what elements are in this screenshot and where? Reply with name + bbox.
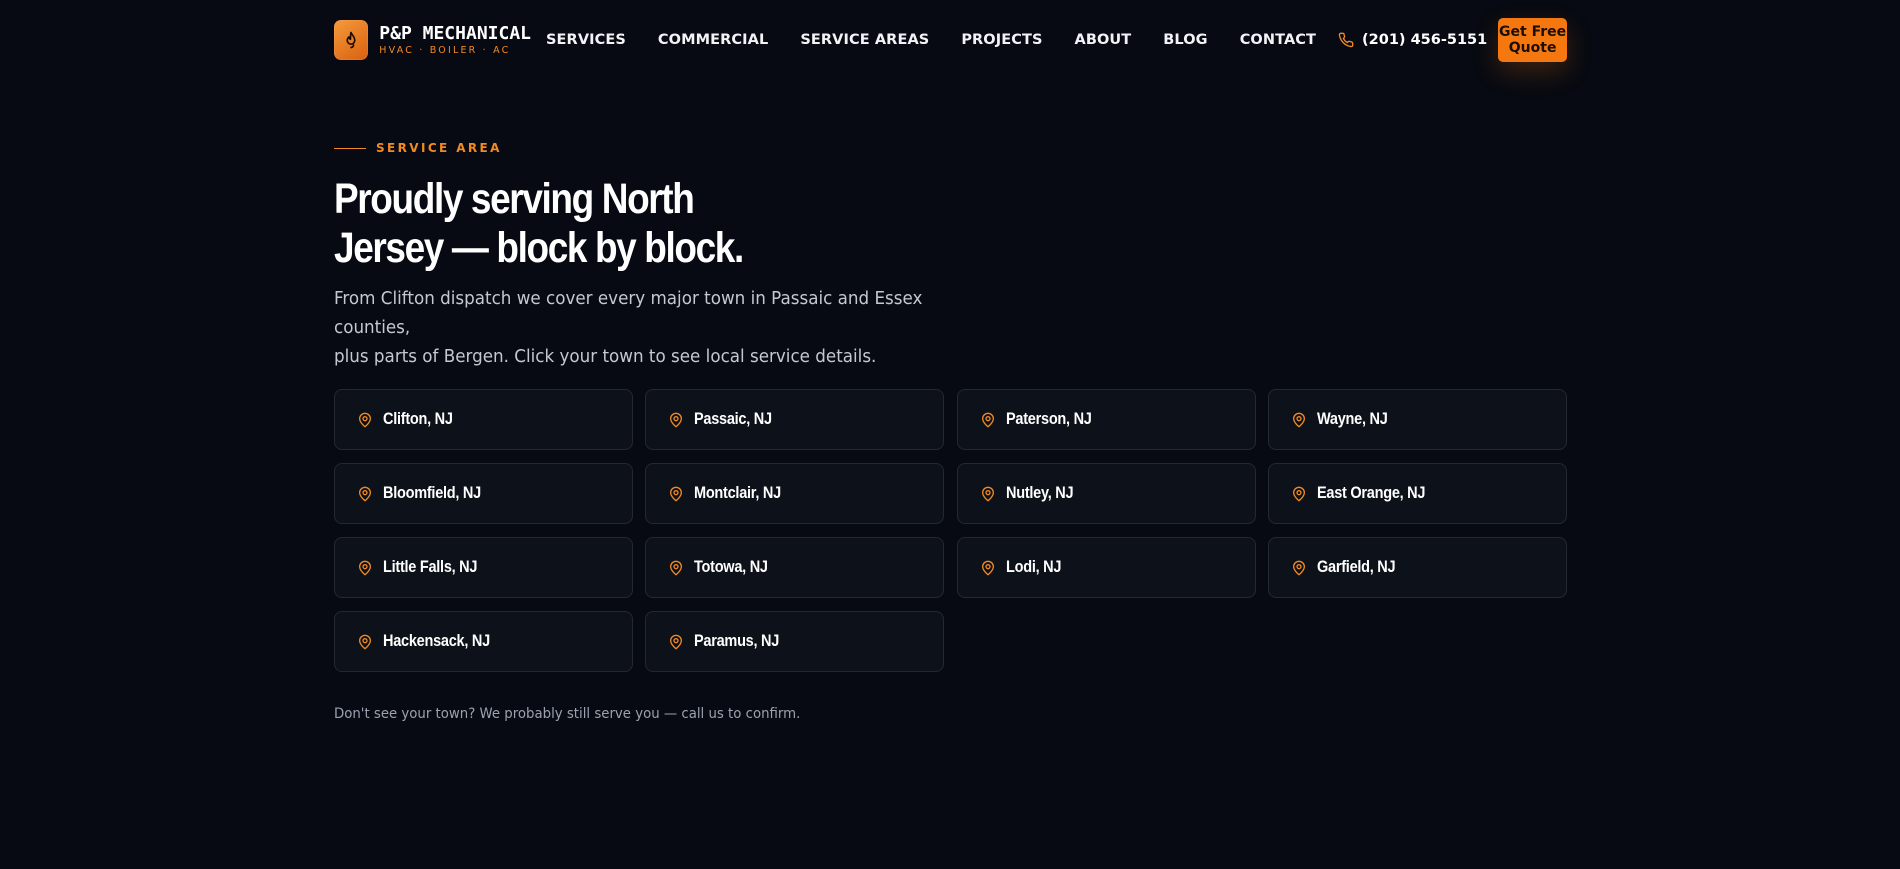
map-pin-icon	[670, 560, 683, 575]
town-label: Garfield, NJ	[1316, 558, 1396, 576]
service-area-footnote: Don't see your town? We probably still s…	[334, 706, 801, 722]
nav-commercial[interactable]: COMMERCIAL	[658, 32, 768, 48]
site-header: P&P MECHANICAL HVAC · BOILER · AC SERVIC…	[334, 18, 1567, 62]
nav-services[interactable]: SERVICES	[546, 32, 626, 48]
town-card-lodi[interactable]: Lodi, NJ	[956, 537, 1256, 598]
town-card-garfield[interactable]: Garfield, NJ	[1267, 537, 1567, 598]
map-pin-icon	[1292, 486, 1305, 501]
intro-paragraph: From Clifton dispatch we cover every maj…	[334, 284, 985, 371]
nav-blog[interactable]: BLOG	[1163, 32, 1207, 48]
town-card-wayne[interactable]: Wayne, NJ	[1267, 389, 1567, 450]
town-label: Totowa, NJ	[694, 558, 769, 576]
title-line-2: Jersey — block by block.	[334, 224, 744, 272]
town-card-totowa[interactable]: Totowa, NJ	[645, 537, 945, 598]
map-pin-icon	[670, 634, 683, 649]
eyebrow-text: SERVICE AREA	[376, 141, 502, 155]
phone-icon	[1338, 32, 1354, 48]
eyebrow-line	[334, 147, 366, 149]
town-label: East Orange, NJ	[1316, 484, 1426, 502]
page: P&P MECHANICAL HVAC · BOILER · AC SERVIC…	[0, 0, 1900, 869]
brand-tagline: HVAC · BOILER · AC	[379, 44, 511, 56]
title-line-1: Proudly serving North	[334, 175, 695, 223]
town-label: Little Falls, NJ	[383, 558, 478, 576]
town-card-paterson[interactable]: Paterson, NJ	[956, 389, 1256, 450]
main-nav: SERVICES COMMERCIAL SERVICE AREAS PROJEC…	[546, 32, 1316, 48]
nav-about[interactable]: ABOUT	[1075, 32, 1132, 48]
town-card-montclair[interactable]: Montclair, NJ	[645, 463, 945, 524]
intro-line-2: plus parts of Bergen. Click your town to…	[334, 346, 877, 367]
town-label: Nutley, NJ	[1005, 484, 1074, 502]
town-card-little-falls[interactable]: Little Falls, NJ	[334, 537, 633, 598]
section-eyebrow: SERVICE AREA	[334, 141, 502, 155]
town-label: Hackensack, NJ	[383, 632, 490, 650]
map-pin-icon	[1292, 412, 1305, 427]
get-free-quote-button[interactable]: Get Free Quote	[1498, 18, 1567, 62]
town-card-east-orange[interactable]: East Orange, NJ	[1267, 463, 1567, 524]
town-label: Bloomfield, NJ	[383, 484, 481, 502]
town-card-passaic[interactable]: Passaic, NJ	[645, 389, 945, 450]
nav-service-areas[interactable]: SERVICE AREAS	[800, 32, 929, 48]
town-card-bloomfield[interactable]: Bloomfield, NJ	[334, 463, 633, 524]
town-card-clifton[interactable]: Clifton, NJ	[334, 389, 633, 450]
town-label: Paramus, NJ	[694, 632, 780, 650]
town-grid: Clifton, NJ Passaic, NJ Paterson, NJ Way…	[334, 389, 1567, 672]
town-card-hackensack[interactable]: Hackensack, NJ	[334, 611, 633, 672]
map-pin-icon	[359, 634, 371, 649]
town-label: Wayne, NJ	[1316, 410, 1388, 428]
page-title: Proudly serving North Jersey — block by …	[334, 175, 816, 273]
map-pin-icon	[981, 486, 994, 501]
map-pin-icon	[1292, 560, 1305, 575]
logo[interactable]: P&P MECHANICAL HVAC · BOILER · AC	[334, 20, 531, 60]
town-label: Lodi, NJ	[1005, 558, 1061, 576]
intro-line-1: From Clifton dispatch we cover every maj…	[334, 288, 923, 338]
map-pin-icon	[359, 560, 371, 575]
town-label: Passaic, NJ	[694, 410, 773, 428]
town-label: Clifton, NJ	[383, 410, 453, 428]
town-label: Paterson, NJ	[1005, 410, 1092, 428]
flame-icon	[334, 20, 369, 60]
town-card-nutley[interactable]: Nutley, NJ	[956, 463, 1256, 524]
nav-projects[interactable]: PROJECTS	[961, 32, 1042, 48]
phone-number: (201) 456-5151	[1362, 32, 1488, 48]
map-pin-icon	[670, 486, 683, 501]
map-pin-icon	[359, 486, 371, 501]
nav-contact[interactable]: CONTACT	[1240, 32, 1316, 48]
map-pin-icon	[981, 560, 994, 575]
town-card-paramus[interactable]: Paramus, NJ	[645, 611, 945, 672]
map-pin-icon	[670, 412, 683, 427]
map-pin-icon	[359, 412, 371, 427]
map-pin-icon	[981, 412, 994, 427]
brand-name: P&P MECHANICAL	[379, 22, 531, 44]
town-label: Montclair, NJ	[694, 484, 782, 502]
phone-link[interactable]: (201) 456-5151	[1338, 32, 1487, 48]
